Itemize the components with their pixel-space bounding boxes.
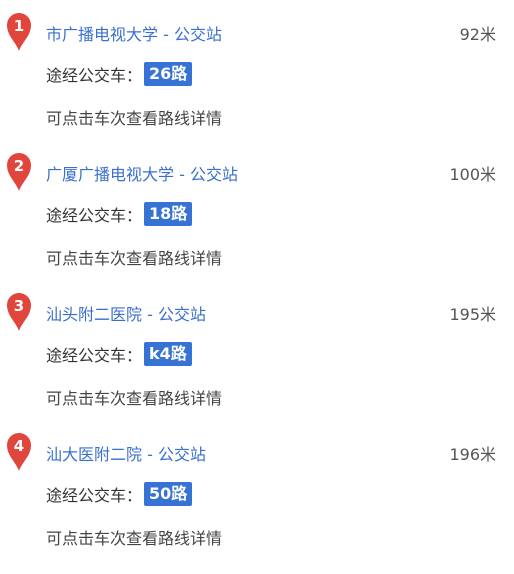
bus-routes-label: 途经公交车： (46, 486, 143, 505)
distance-text: 195米 (449, 305, 496, 324)
distance-text: 196米 (449, 445, 496, 464)
route-k4-button[interactable]: k4路 (144, 342, 192, 366)
map-pin-icon[interactable]: 3 (6, 292, 32, 332)
stop-name-link[interactable]: 汕头附二医院 - 公交站 (46, 303, 206, 327)
route-detail-hint[interactable]: 可点击车次查看路线详情 (46, 387, 222, 411)
bus-routes-row: 途经公交车： k4路 (46, 341, 192, 367)
marker-number: 4 (14, 437, 24, 455)
distance-text: 100米 (449, 165, 496, 184)
bus-stop-item: 4 汕大医附二院 - 公交站 196米 途经公交车： 50路 可点击车次查看路线… (0, 420, 514, 560)
stop-name-link[interactable]: 汕大医附二院 - 公交站 (46, 443, 206, 467)
route-50-button[interactable]: 50路 (144, 482, 193, 506)
route-18-button[interactable]: 18路 (144, 202, 193, 226)
stop-name-link[interactable]: 广厦广播电视大学 - 公交站 (46, 163, 238, 187)
route-detail-hint[interactable]: 可点击车次查看路线详情 (46, 527, 222, 551)
map-pin-icon[interactable]: 4 (6, 432, 32, 472)
bus-stop-item: 1 市广播电视大学 - 公交站 92米 途经公交车： 26路 可点击车次查看路线… (0, 0, 514, 140)
route-26-button[interactable]: 26路 (144, 62, 193, 86)
bus-stop-item: 2 广厦广播电视大学 - 公交站 100米 途经公交车： 18路 可点击车次查看… (0, 140, 514, 280)
marker-number: 2 (14, 157, 24, 175)
marker-number: 1 (14, 17, 24, 35)
marker-number: 3 (14, 297, 24, 315)
bus-routes-label: 途经公交车： (46, 346, 143, 365)
bus-routes-row: 途经公交车： 50路 (46, 481, 193, 507)
map-pin-icon[interactable]: 1 (6, 12, 32, 52)
route-detail-hint[interactable]: 可点击车次查看路线详情 (46, 107, 222, 131)
route-detail-hint[interactable]: 可点击车次查看路线详情 (46, 247, 222, 271)
bus-routes-label: 途经公交车： (46, 206, 143, 225)
map-pin-icon[interactable]: 2 (6, 152, 32, 192)
bus-routes-label: 途经公交车： (46, 66, 143, 85)
bus-routes-row: 途经公交车： 26路 (46, 61, 193, 87)
bus-routes-row: 途经公交车： 18路 (46, 201, 193, 227)
bus-stop-item: 3 汕头附二医院 - 公交站 195米 途经公交车： k4路 可点击车次查看路线… (0, 280, 514, 420)
distance-text: 92米 (459, 25, 496, 44)
stop-name-link[interactable]: 市广播电视大学 - 公交站 (46, 23, 222, 47)
